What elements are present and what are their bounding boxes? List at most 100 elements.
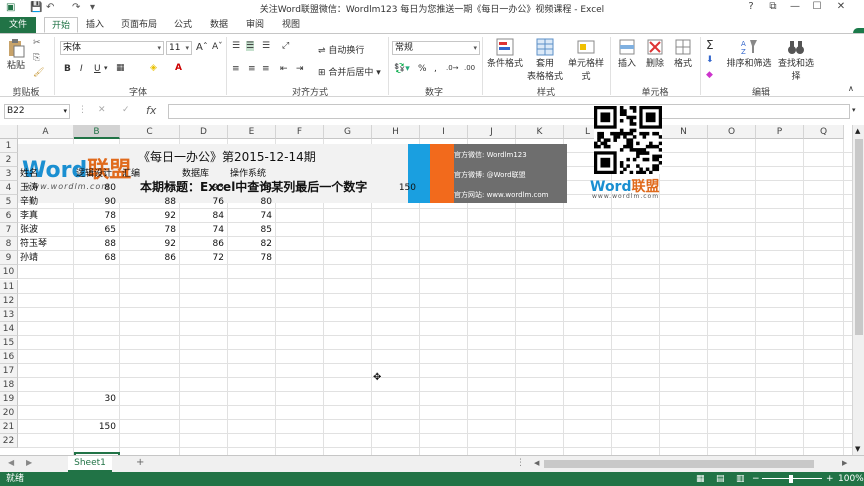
cell-b6[interactable]: 78 (76, 210, 118, 222)
row-header-13[interactable]: 13 (0, 307, 18, 322)
fill-icon[interactable]: ⬇ (706, 55, 714, 65)
cell-b21[interactable]: 150 (76, 421, 118, 433)
tab-file[interactable]: 文件 (0, 17, 36, 33)
cell-e8[interactable]: 82 (230, 238, 274, 250)
column-header-e[interactable]: E (228, 125, 276, 139)
row-header-6[interactable]: 6 (0, 209, 18, 224)
cell-e7[interactable]: 85 (230, 224, 274, 236)
grow-font-icon[interactable]: Aˆ (196, 42, 208, 53)
insert-function-button[interactable]: fx (146, 104, 156, 117)
tab-formulas[interactable]: 公式 (168, 17, 198, 33)
decrease-decimal-icon[interactable]: .00 (464, 64, 475, 72)
cell-b9[interactable]: 68 (76, 252, 118, 264)
insert-cells-button[interactable]: 插入 (614, 38, 640, 69)
font-color-icon[interactable]: A (175, 63, 182, 73)
help-button[interactable]: ? (740, 1, 762, 15)
row-header-2[interactable]: 2 (0, 153, 18, 168)
tab-view[interactable]: 视图 (276, 17, 306, 33)
find-select-button[interactable]: 查找和选择 (774, 38, 818, 82)
zoom-out-icon[interactable]: − (752, 472, 760, 486)
page-layout-view-icon[interactable]: ▤ (716, 472, 725, 486)
cell-b19[interactable]: 30 (76, 393, 118, 405)
cell-c7[interactable]: 78 (122, 224, 178, 236)
vertical-scrollbar[interactable]: ▲ ▼ (852, 125, 864, 455)
cell-a7[interactable]: 张波 (20, 224, 72, 236)
cell-e6[interactable]: 74 (230, 210, 274, 222)
cell-e3[interactable]: 操作系统 (230, 168, 274, 180)
cell-c3[interactable]: 汇编 (122, 168, 178, 180)
clear-icon[interactable]: ◆ (706, 70, 713, 80)
row-header-11[interactable]: 11 (0, 279, 18, 294)
cell-d6[interactable]: 84 (182, 210, 226, 222)
cell-e4[interactable]: 68 (230, 182, 274, 194)
delete-cells-button[interactable]: 删除 (642, 38, 668, 69)
row-header-17[interactable]: 17 (0, 363, 18, 378)
new-sheet-button[interactable]: + (136, 457, 144, 468)
cell-b5[interactable]: 90 (76, 196, 118, 208)
font-size-combo[interactable]: 11 ▾ (166, 41, 192, 55)
fill-color-icon[interactable]: ◈ (150, 63, 157, 73)
scroll-down-icon[interactable]: ▼ (855, 445, 860, 453)
cell-b3[interactable]: 逻辑设计 (76, 168, 118, 180)
column-header-p[interactable]: P (756, 125, 804, 139)
row-header-1[interactable]: 1 (0, 139, 18, 153)
align-top-icon[interactable]: ☰ (232, 41, 240, 51)
decrease-indent-icon[interactable]: ⇤ (280, 64, 288, 74)
column-header-j[interactable]: J (468, 125, 516, 139)
name-box[interactable]: B22 ▾ (4, 104, 70, 119)
row-header-18[interactable]: 18 (0, 377, 18, 392)
autosum-button[interactable]: Σ (706, 38, 714, 52)
increase-indent-icon[interactable]: ⇥ (296, 64, 304, 74)
accounting-format-icon[interactable]: 💱▾ (394, 64, 410, 74)
cell-c4[interactable]: 75 (122, 182, 178, 194)
cell-d9[interactable]: 72 (182, 252, 226, 264)
scroll-right-icon[interactable]: ▶ (842, 459, 847, 467)
row-header-15[interactable]: 15 (0, 335, 18, 350)
cell-styles-button[interactable]: 单元格样式 (564, 38, 608, 82)
paste-button[interactable]: 粘贴 (4, 38, 28, 71)
shrink-font-icon[interactable]: Aˇ (212, 42, 223, 52)
comma-style-icon[interactable]: , (434, 64, 437, 74)
zoom-in-icon[interactable]: + (826, 472, 834, 486)
bold-button[interactable]: B (64, 64, 71, 74)
number-format-combo[interactable]: 常规 ▾ (392, 41, 480, 55)
percent-button[interactable]: % (418, 64, 427, 74)
column-header-o[interactable]: O (708, 125, 756, 139)
align-center-icon[interactable]: ≡ (248, 64, 256, 74)
italic-button[interactable]: I (80, 64, 83, 74)
cell-c9[interactable]: 86 (122, 252, 178, 264)
expand-formula-icon[interactable]: ▾ (852, 106, 856, 114)
format-painter-icon[interactable]: 🖌 (33, 68, 44, 78)
cancel-icon[interactable]: ✕ (98, 105, 106, 115)
row-header-16[interactable]: 16 (0, 349, 18, 364)
column-header-f[interactable]: F (276, 125, 324, 139)
cell-e9[interactable]: 78 (230, 252, 274, 264)
row-header-12[interactable]: 12 (0, 293, 18, 308)
page-break-view-icon[interactable]: ▥ (736, 472, 745, 486)
conditional-format-button[interactable]: 条件格式 (486, 38, 524, 69)
normal-view-icon[interactable]: ▦ (696, 472, 705, 486)
tab-insert[interactable]: 插入 (80, 17, 110, 33)
column-header-a[interactable]: A (18, 125, 74, 139)
cell-b8[interactable]: 88 (76, 238, 118, 250)
cell-c5[interactable]: 88 (122, 196, 178, 208)
format-cells-button[interactable]: 格式 (670, 38, 696, 69)
column-header-n[interactable]: N (660, 125, 708, 139)
align-middle-icon[interactable]: ☰ (246, 41, 255, 51)
enter-icon[interactable]: ✓ (122, 105, 130, 115)
next-sheet-icon[interactable]: ▶ (26, 458, 32, 467)
cell-d5[interactable]: 76 (182, 196, 226, 208)
align-bottom-icon[interactable]: ☰ (262, 41, 270, 51)
cell-d7[interactable]: 74 (182, 224, 226, 236)
cell-d8[interactable]: 86 (182, 238, 226, 250)
cell-a8[interactable]: 符玉琴 (20, 238, 72, 250)
ribbon-display-button[interactable]: ⧉ (762, 1, 784, 15)
align-left-icon[interactable]: ≡ (232, 64, 240, 74)
column-header-g[interactable]: G (324, 125, 372, 139)
cell-b7[interactable]: 65 (76, 224, 118, 236)
cell-d3[interactable]: 数据库 (182, 168, 226, 180)
cell-c6[interactable]: 92 (122, 210, 178, 222)
tab-split-icon[interactable]: ⋮ (516, 458, 525, 468)
collapse-ribbon-icon[interactable]: ∧ (848, 84, 854, 93)
tab-page-layout[interactable]: 页面布局 (116, 17, 162, 33)
